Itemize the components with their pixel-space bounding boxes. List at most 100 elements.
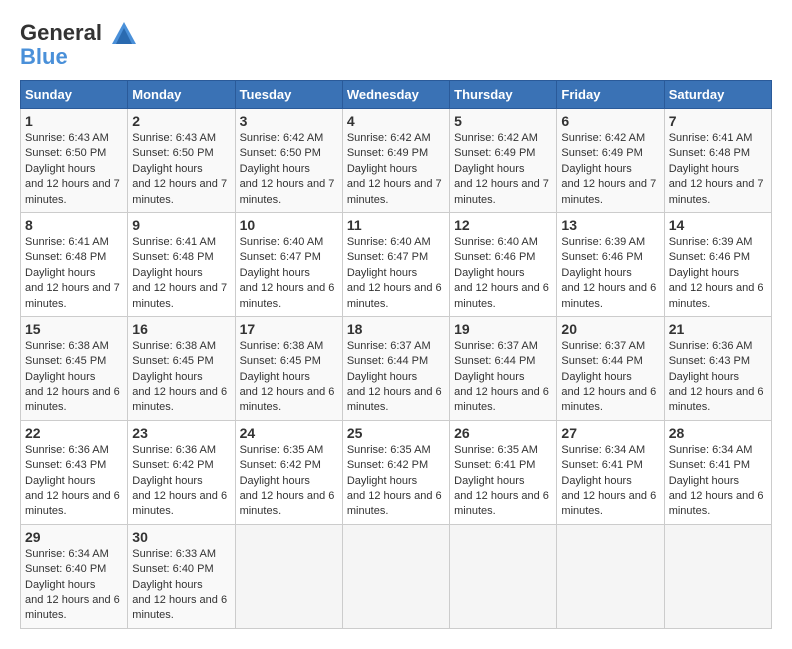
day-number: 27 [561,425,659,441]
calendar-cell: 30 Sunrise: 6:33 AM Sunset: 6:40 PM Dayl… [128,524,235,628]
day-detail: Sunrise: 6:39 AM Sunset: 6:46 PM Dayligh… [669,235,767,312]
day-number: 20 [561,321,659,337]
day-number: 18 [347,321,445,337]
calendar-week-row: 8 Sunrise: 6:41 AM Sunset: 6:48 PM Dayli… [21,212,772,316]
calendar-cell: 22 Sunrise: 6:36 AM Sunset: 6:43 PM Dayl… [21,420,128,524]
day-number: 4 [347,113,445,129]
day-detail: Sunrise: 6:34 AM Sunset: 6:41 PM Dayligh… [561,443,659,520]
calendar-cell: 17 Sunrise: 6:38 AM Sunset: 6:45 PM Dayl… [235,316,342,420]
calendar-cell: 5 Sunrise: 6:42 AM Sunset: 6:49 PM Dayli… [450,109,557,213]
day-detail: Sunrise: 6:36 AM Sunset: 6:43 PM Dayligh… [669,339,767,416]
day-number: 1 [25,113,123,129]
calendar-cell: 11 Sunrise: 6:40 AM Sunset: 6:47 PM Dayl… [342,212,449,316]
weekday-header-friday: Friday [557,81,664,109]
day-detail: Sunrise: 6:42 AM Sunset: 6:49 PM Dayligh… [561,131,659,208]
logo: General Blue [20,20,140,70]
day-number: 7 [669,113,767,129]
calendar-cell: 26 Sunrise: 6:35 AM Sunset: 6:41 PM Dayl… [450,420,557,524]
calendar-cell: 12 Sunrise: 6:40 AM Sunset: 6:46 PM Dayl… [450,212,557,316]
logo-icon [110,20,138,48]
day-detail: Sunrise: 6:38 AM Sunset: 6:45 PM Dayligh… [132,339,230,416]
weekday-header-wednesday: Wednesday [342,81,449,109]
calendar-cell: 29 Sunrise: 6:34 AM Sunset: 6:40 PM Dayl… [21,524,128,628]
day-detail: Sunrise: 6:38 AM Sunset: 6:45 PM Dayligh… [240,339,338,416]
day-number: 8 [25,217,123,233]
day-detail: Sunrise: 6:41 AM Sunset: 6:48 PM Dayligh… [669,131,767,208]
calendar-week-row: 1 Sunrise: 6:43 AM Sunset: 6:50 PM Dayli… [21,109,772,213]
calendar-cell: 6 Sunrise: 6:42 AM Sunset: 6:49 PM Dayli… [557,109,664,213]
day-detail: Sunrise: 6:43 AM Sunset: 6:50 PM Dayligh… [25,131,123,208]
day-number: 14 [669,217,767,233]
weekday-header-sunday: Sunday [21,81,128,109]
calendar-week-row: 29 Sunrise: 6:34 AM Sunset: 6:40 PM Dayl… [21,524,772,628]
calendar-cell: 8 Sunrise: 6:41 AM Sunset: 6:48 PM Dayli… [21,212,128,316]
calendar-cell: 18 Sunrise: 6:37 AM Sunset: 6:44 PM Dayl… [342,316,449,420]
day-number: 19 [454,321,552,337]
weekday-header-monday: Monday [128,81,235,109]
calendar-cell: 16 Sunrise: 6:38 AM Sunset: 6:45 PM Dayl… [128,316,235,420]
weekday-header-thursday: Thursday [450,81,557,109]
calendar-cell: 27 Sunrise: 6:34 AM Sunset: 6:41 PM Dayl… [557,420,664,524]
day-number: 23 [132,425,230,441]
day-detail: Sunrise: 6:42 AM Sunset: 6:49 PM Dayligh… [347,131,445,208]
day-number: 12 [454,217,552,233]
day-detail: Sunrise: 6:34 AM Sunset: 6:41 PM Dayligh… [669,443,767,520]
calendar-cell: 7 Sunrise: 6:41 AM Sunset: 6:48 PM Dayli… [664,109,771,213]
calendar-cell: 13 Sunrise: 6:39 AM Sunset: 6:46 PM Dayl… [557,212,664,316]
calendar-cell: 28 Sunrise: 6:34 AM Sunset: 6:41 PM Dayl… [664,420,771,524]
day-detail: Sunrise: 6:36 AM Sunset: 6:43 PM Dayligh… [25,443,123,520]
weekday-header-tuesday: Tuesday [235,81,342,109]
calendar-cell: 21 Sunrise: 6:36 AM Sunset: 6:43 PM Dayl… [664,316,771,420]
day-number: 22 [25,425,123,441]
calendar-table: SundayMondayTuesdayWednesdayThursdayFrid… [20,80,772,629]
calendar-cell: 1 Sunrise: 6:43 AM Sunset: 6:50 PM Dayli… [21,109,128,213]
day-number: 25 [347,425,445,441]
calendar-cell: 15 Sunrise: 6:38 AM Sunset: 6:45 PM Dayl… [21,316,128,420]
day-detail: Sunrise: 6:37 AM Sunset: 6:44 PM Dayligh… [347,339,445,416]
day-number: 2 [132,113,230,129]
calendar-cell: 24 Sunrise: 6:35 AM Sunset: 6:42 PM Dayl… [235,420,342,524]
calendar-cell: 14 Sunrise: 6:39 AM Sunset: 6:46 PM Dayl… [664,212,771,316]
calendar-cell: 9 Sunrise: 6:41 AM Sunset: 6:48 PM Dayli… [128,212,235,316]
day-detail: Sunrise: 6:43 AM Sunset: 6:50 PM Dayligh… [132,131,230,208]
day-number: 16 [132,321,230,337]
day-number: 10 [240,217,338,233]
day-number: 17 [240,321,338,337]
day-detail: Sunrise: 6:42 AM Sunset: 6:49 PM Dayligh… [454,131,552,208]
calendar-cell: 2 Sunrise: 6:43 AM Sunset: 6:50 PM Dayli… [128,109,235,213]
day-detail: Sunrise: 6:35 AM Sunset: 6:42 PM Dayligh… [347,443,445,520]
calendar-cell [664,524,771,628]
day-detail: Sunrise: 6:38 AM Sunset: 6:45 PM Dayligh… [25,339,123,416]
day-number: 5 [454,113,552,129]
calendar-cell: 20 Sunrise: 6:37 AM Sunset: 6:44 PM Dayl… [557,316,664,420]
day-detail: Sunrise: 6:37 AM Sunset: 6:44 PM Dayligh… [454,339,552,416]
day-detail: Sunrise: 6:35 AM Sunset: 6:42 PM Dayligh… [240,443,338,520]
day-detail: Sunrise: 6:40 AM Sunset: 6:47 PM Dayligh… [240,235,338,312]
calendar-cell: 23 Sunrise: 6:36 AM Sunset: 6:42 PM Dayl… [128,420,235,524]
day-detail: Sunrise: 6:40 AM Sunset: 6:47 PM Dayligh… [347,235,445,312]
day-detail: Sunrise: 6:37 AM Sunset: 6:44 PM Dayligh… [561,339,659,416]
day-number: 13 [561,217,659,233]
day-detail: Sunrise: 6:40 AM Sunset: 6:46 PM Dayligh… [454,235,552,312]
calendar-cell: 10 Sunrise: 6:40 AM Sunset: 6:47 PM Dayl… [235,212,342,316]
day-detail: Sunrise: 6:41 AM Sunset: 6:48 PM Dayligh… [132,235,230,312]
day-number: 21 [669,321,767,337]
day-number: 15 [25,321,123,337]
calendar-cell: 3 Sunrise: 6:42 AM Sunset: 6:50 PM Dayli… [235,109,342,213]
calendar-cell [235,524,342,628]
calendar-cell [557,524,664,628]
day-number: 24 [240,425,338,441]
day-detail: Sunrise: 6:34 AM Sunset: 6:40 PM Dayligh… [25,547,123,624]
day-number: 6 [561,113,659,129]
day-detail: Sunrise: 6:36 AM Sunset: 6:42 PM Dayligh… [132,443,230,520]
day-detail: Sunrise: 6:41 AM Sunset: 6:48 PM Dayligh… [25,235,123,312]
weekday-header-saturday: Saturday [664,81,771,109]
calendar-cell: 19 Sunrise: 6:37 AM Sunset: 6:44 PM Dayl… [450,316,557,420]
calendar-cell [342,524,449,628]
calendar-week-row: 22 Sunrise: 6:36 AM Sunset: 6:43 PM Dayl… [21,420,772,524]
calendar-cell: 25 Sunrise: 6:35 AM Sunset: 6:42 PM Dayl… [342,420,449,524]
day-detail: Sunrise: 6:35 AM Sunset: 6:41 PM Dayligh… [454,443,552,520]
day-detail: Sunrise: 6:42 AM Sunset: 6:50 PM Dayligh… [240,131,338,208]
weekday-header-row: SundayMondayTuesdayWednesdayThursdayFrid… [21,81,772,109]
day-detail: Sunrise: 6:39 AM Sunset: 6:46 PM Dayligh… [561,235,659,312]
